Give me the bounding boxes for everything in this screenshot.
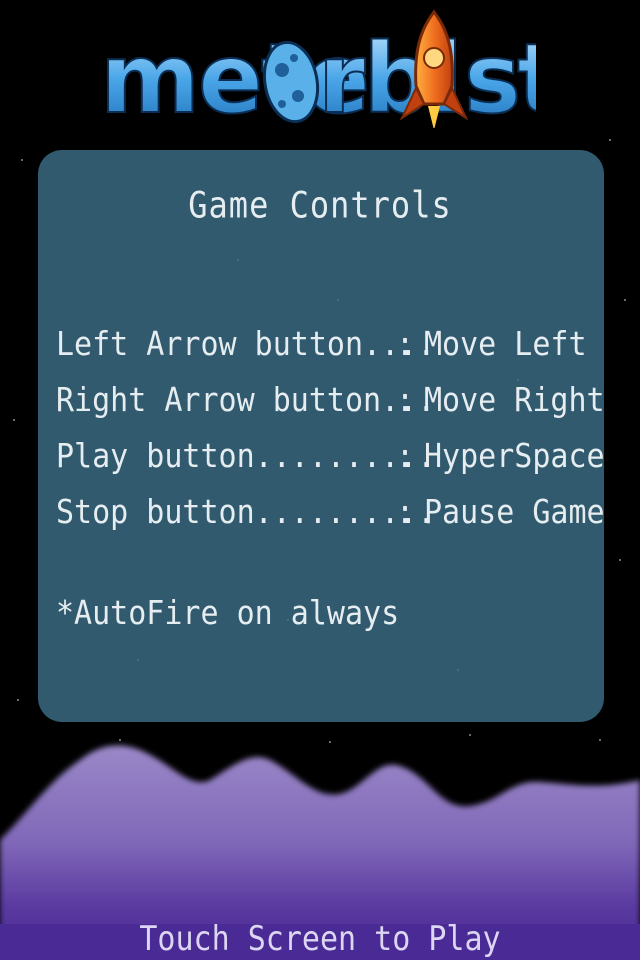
control-key: Play button.......... — [56, 436, 436, 476]
control-row-left: Left Arrow button.... : Move Left — [56, 313, 605, 375]
control-key: Left Arrow button.... — [56, 324, 436, 364]
control-action: Move Right — [424, 380, 605, 420]
logo-text-st: st — [464, 23, 536, 128]
control-key: Stop button.......... — [56, 492, 436, 532]
panel-title: Game Controls — [188, 183, 452, 227]
control-row-stop: Stop button.......... : Pause Game — [56, 481, 605, 543]
control-action: Move Left — [424, 324, 587, 364]
controls-list: Left Arrow button.... : Move Left Right … — [56, 316, 605, 540]
control-key: Right Arrow button... — [56, 380, 436, 420]
game-logo: mete rbl st — [96, 0, 536, 140]
control-row-play: Play button.......... : HyperSpace — [56, 425, 605, 487]
autofire-note: *AutoFire on always — [56, 594, 400, 633]
control-separator: : — [396, 324, 415, 364]
control-action: HyperSpace — [424, 436, 605, 476]
control-separator: : — [396, 492, 415, 532]
control-action: Pause Game — [424, 492, 605, 532]
logo-wordmark: mete rbl st — [99, 9, 536, 128]
control-separator: : — [396, 436, 415, 476]
control-separator: : — [396, 380, 415, 420]
control-row-right: Right Arrow button... : Move Right — [56, 369, 605, 431]
touch-to-play-prompt[interactable]: Touch Screen to Play — [0, 920, 640, 959]
